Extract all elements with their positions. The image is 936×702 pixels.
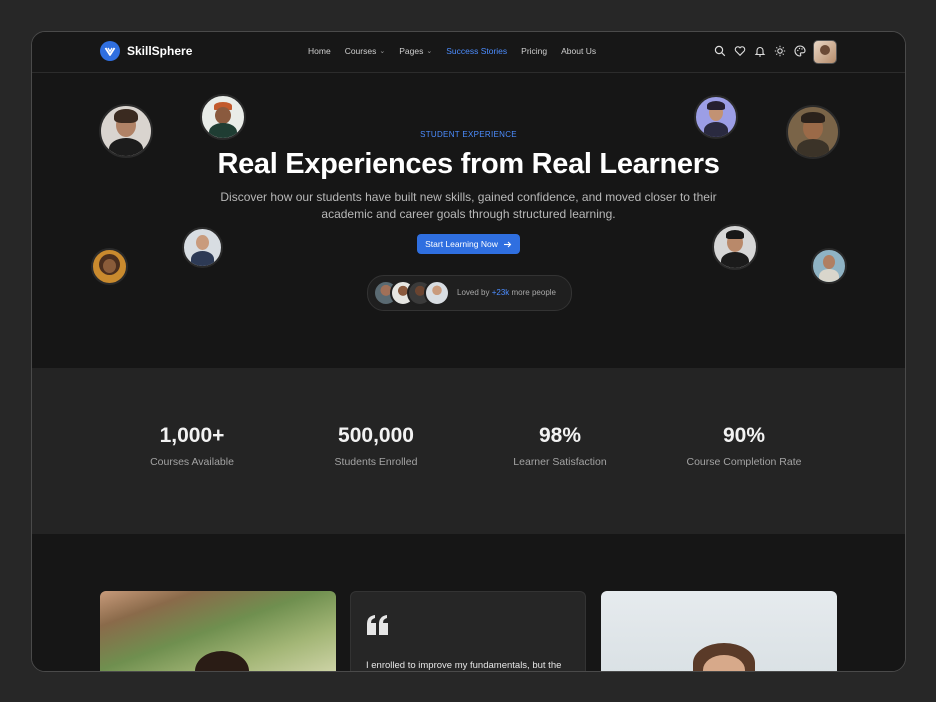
testimonial-photo-card[interactable] (100, 591, 336, 671)
stat-value: 90% (722, 424, 766, 447)
stat-satisfaction: 98% Learner Satisfaction (470, 424, 650, 468)
avatar (91, 248, 128, 285)
main-menu: Home Courses ⌄ Pages ⌄ Success Stories Pri… (308, 46, 596, 56)
avatar (182, 227, 223, 268)
nav-about-us[interactable]: About Us (561, 46, 596, 56)
sun-icon[interactable] (774, 45, 786, 57)
nav-home-label: Home (308, 46, 331, 56)
user-avatar[interactable] (813, 40, 837, 64)
start-learning-button[interactable]: Start Learning Now (417, 234, 520, 254)
brand-logo[interactable]: SkillSphere (100, 41, 192, 61)
stat-label: Course Completion Rate (686, 456, 802, 468)
logo-icon (100, 41, 120, 61)
nav-success-stories-label: Success Stories (446, 46, 508, 56)
stats-section: 1,000+ Courses Available 500,000 Student… (32, 368, 905, 534)
loved-count: +23k (491, 288, 510, 297)
nav-pages[interactable]: Pages ⌄ (399, 46, 432, 56)
nav-home[interactable]: Home (308, 46, 331, 56)
stat-students: 500,000 Students Enrolled (286, 424, 466, 468)
nav-about-us-label: About Us (561, 46, 597, 56)
stat-label: Courses Available (150, 456, 234, 468)
start-learning-label: Start Learning Now (425, 239, 498, 249)
hero-title: Real Experiences from Real Learners (217, 148, 720, 180)
stat-value: 500,000 (338, 424, 414, 447)
arrow-right-icon (503, 241, 512, 247)
chevron-down-icon: ⌄ (379, 48, 386, 55)
loved-suffix: more people (511, 288, 556, 297)
testimonial-quote-text: I enrolled to improve my fundamentals, b… (366, 660, 562, 671)
loved-by-text: Loved by +23k more people (457, 288, 556, 297)
stat-label: Learner Satisfaction (513, 456, 607, 468)
social-proof-pill: Loved by +23k more people (367, 275, 572, 311)
app-window: SkillSphere Home Courses ⌄ Pages ⌄ Success… (31, 31, 906, 672)
bell-icon[interactable] (754, 45, 766, 57)
hero-section: STUDENT EXPERIENCE Real Experiences from… (32, 73, 905, 368)
loved-prefix: Loved by (457, 288, 490, 297)
chevron-down-icon: ⌄ (426, 48, 433, 55)
stat-value: 98% (538, 424, 582, 447)
stat-value: 1,000+ (159, 424, 225, 447)
nav-courses-label: Courses (344, 46, 377, 56)
stat-label: Students Enrolled (334, 456, 418, 468)
stat-courses: 1,000+ Courses Available (102, 424, 282, 468)
search-icon[interactable] (714, 45, 726, 57)
avatar (811, 248, 847, 284)
nav-pages-label: Pages (399, 46, 424, 56)
hero-eyebrow: STUDENT EXPERIENCE (420, 130, 517, 139)
hero-subtitle: Discover how our students have built new… (220, 190, 717, 221)
palette-icon[interactable] (794, 45, 806, 57)
testimonials-section: I enrolled to improve my fundamentals, b… (32, 534, 905, 671)
avatar (195, 651, 249, 671)
nav-icon-group (714, 45, 806, 57)
testimonial-photo-card[interactable] (601, 591, 837, 671)
nav-success-stories[interactable]: Success Stories (446, 46, 507, 56)
nav-courses[interactable]: Courses ⌄ (345, 46, 386, 56)
nav-pricing[interactable]: Pricing (521, 46, 547, 56)
avatar (424, 280, 450, 306)
brand-name: SkillSphere (127, 44, 193, 58)
quote-icon (367, 615, 388, 635)
testimonial-quote-card[interactable]: I enrolled to improve my fundamentals, b… (350, 591, 586, 671)
heart-icon[interactable] (734, 45, 746, 57)
top-navbar: SkillSphere Home Courses ⌄ Pages ⌄ Success… (32, 32, 905, 73)
avatar (712, 224, 758, 270)
stat-completion: 90% Course Completion Rate (654, 424, 834, 468)
nav-pricing-label: Pricing (521, 46, 548, 56)
